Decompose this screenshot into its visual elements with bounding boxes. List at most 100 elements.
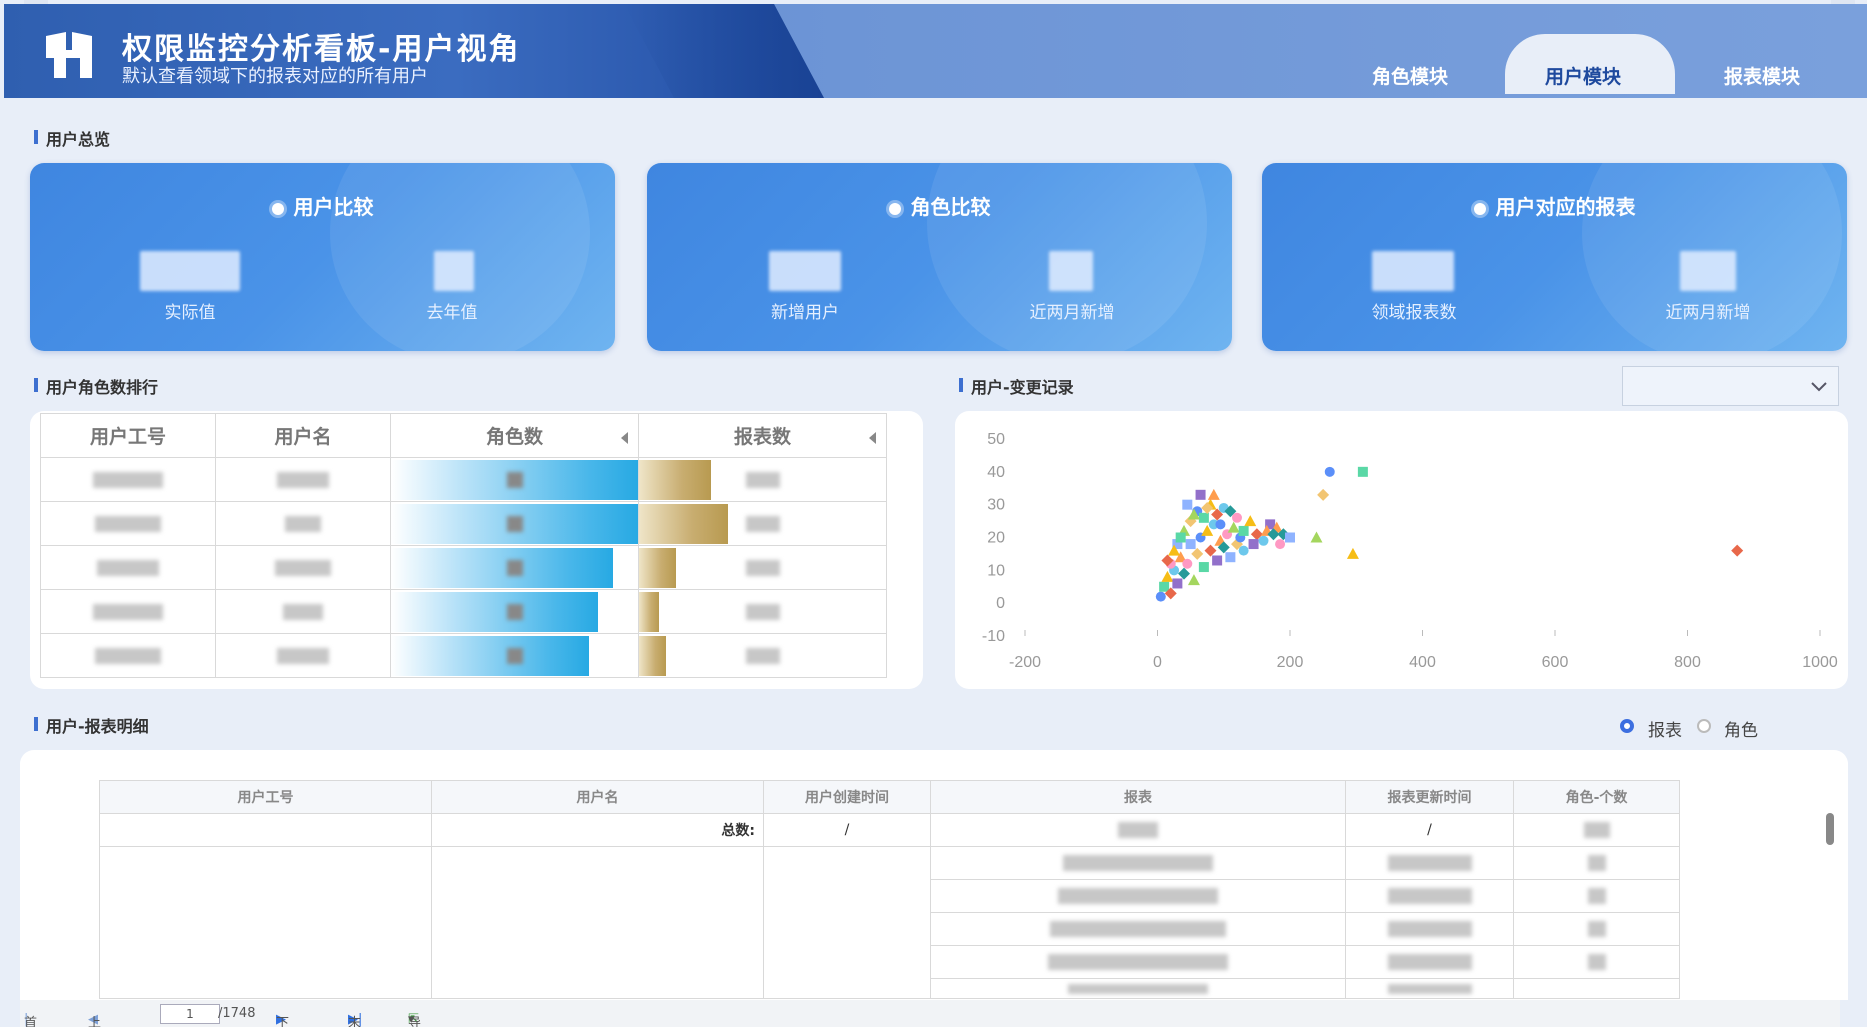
radio-report[interactable] <box>1620 719 1634 733</box>
report-count-bar <box>639 460 711 500</box>
column-header[interactable]: 用户工号 <box>99 780 432 814</box>
kpi-label: 近两月新增 <box>1665 303 1751 323</box>
column-header[interactable]: 用户名 <box>431 780 764 814</box>
table-cell <box>99 846 432 999</box>
table-row[interactable] <box>40 633 887 678</box>
table-cell <box>1513 978 1680 999</box>
report-count-cell <box>638 633 887 678</box>
section-title-detail: 用户-报表明细 <box>30 713 149 737</box>
table-row[interactable] <box>40 501 887 546</box>
page-number-input[interactable]: 1 <box>160 1004 220 1024</box>
column-header[interactable]: 用户创建时间 <box>763 780 931 814</box>
column-header[interactable]: 角色-个数 <box>1513 780 1680 814</box>
role-count-cell <box>390 589 639 634</box>
scatter-point <box>1244 515 1257 527</box>
y-tick-label: 30 <box>987 497 1005 514</box>
scatter-point <box>1324 466 1335 477</box>
table-cell-blurred <box>930 945 1346 979</box>
y-tick-label: 10 <box>987 562 1005 579</box>
blurred-value <box>277 472 329 488</box>
tab-report-module[interactable]: 报表模块 <box>1724 62 1800 89</box>
detail-scrollbar[interactable] <box>1826 813 1834 845</box>
scatter-point <box>1227 521 1240 533</box>
blurred-value <box>95 648 161 664</box>
table-row[interactable] <box>40 457 887 502</box>
user-name-cell <box>215 501 391 546</box>
blurred-value <box>1387 921 1472 937</box>
scatter-point <box>1175 532 1186 543</box>
scatter-point <box>1258 535 1269 546</box>
kpi-value-blurred <box>434 251 474 291</box>
blurred-value <box>1058 888 1218 904</box>
blurred-value <box>1587 921 1606 937</box>
y-tick-label: 40 <box>987 464 1005 481</box>
table-row[interactable] <box>40 545 887 590</box>
blurred-value <box>1063 855 1213 871</box>
column-header[interactable]: 用户工号 <box>40 413 216 458</box>
user-id-cell <box>40 633 216 678</box>
report-count-cell <box>638 545 887 590</box>
blurred-value <box>506 648 523 664</box>
report-count-bar <box>639 636 667 676</box>
scatter-point <box>1357 466 1368 477</box>
role-count-cell <box>390 457 639 502</box>
blurred-value <box>745 560 780 576</box>
blurred-value <box>95 516 161 532</box>
blurred-value <box>506 472 523 488</box>
table-cell <box>99 813 432 847</box>
blurred-value <box>1387 954 1472 970</box>
x-tick-label: 200 <box>1277 654 1304 671</box>
scatter-point <box>1212 555 1223 566</box>
table-cell-blurred <box>930 879 1346 913</box>
kpi-title-text: 用户比较 <box>293 195 374 219</box>
scatter-point <box>1204 544 1217 557</box>
page-subtitle: 默认查看领域下的报表对应的所有用户 <box>122 66 428 87</box>
kpi-dot-icon <box>271 202 284 215</box>
column-header[interactable]: 报表更新时间 <box>1345 780 1514 814</box>
sort-icon[interactable] <box>621 432 628 444</box>
scatter-point <box>1317 488 1330 501</box>
table-cell-blurred <box>1345 912 1514 946</box>
kpi-value-blurred <box>769 251 841 291</box>
kpi-title-text: 角色比较 <box>910 195 991 219</box>
table-cell-blurred <box>1345 945 1514 979</box>
change-filter-dropdown[interactable] <box>1622 366 1839 406</box>
kpi-label: 近两月新增 <box>1029 303 1115 323</box>
scatter-point <box>1187 574 1200 586</box>
role-count-bar <box>391 636 589 676</box>
scatter-point <box>1238 525 1249 536</box>
table-cell-blurred <box>1513 912 1680 946</box>
scatter-point <box>1310 531 1323 543</box>
y-tick-label: -10 <box>982 628 1005 645</box>
scatter-point <box>1185 539 1196 550</box>
first-page-label: 首页 <box>24 1016 38 1027</box>
table-row[interactable] <box>40 589 887 634</box>
tab-role-module[interactable]: 角色模块 <box>1372 62 1448 89</box>
tab-user-module[interactable]: 用户模块 <box>1545 62 1621 89</box>
radio-role[interactable] <box>1697 719 1711 733</box>
radio-role-label[interactable]: 角色 <box>1724 716 1758 741</box>
column-header[interactable]: 报表 <box>930 780 1346 814</box>
blurred-value <box>745 604 780 620</box>
column-header-role-count[interactable]: 角色数 <box>390 413 639 458</box>
kpi-title: 角色比较 <box>647 191 1232 220</box>
radio-report-label[interactable]: 报表 <box>1648 716 1682 741</box>
kpi-dot-icon <box>888 202 901 215</box>
user-name-cell <box>215 633 391 678</box>
blurred-value <box>745 648 780 664</box>
column-header-report-count[interactable]: 报表数 <box>638 413 887 458</box>
scatter-chart: 50 40 30 20 10 0 -10-200 0 200 400 600 800 1000 <box>982 431 1838 671</box>
prev-page-label: 上一页 <box>88 1016 102 1027</box>
blurred-value <box>1050 921 1226 937</box>
column-header[interactable]: 用户名 <box>215 413 391 458</box>
blurred-value <box>1048 954 1228 970</box>
user-name-cell <box>215 545 391 590</box>
table-row <box>99 846 1680 999</box>
table-cell <box>431 846 764 999</box>
scatter-point <box>1198 512 1209 523</box>
chevron-down-icon <box>1811 382 1827 392</box>
blurred-value <box>1587 855 1606 871</box>
sort-icon[interactable] <box>869 432 876 444</box>
x-tick-label: 600 <box>1542 654 1569 671</box>
role-count-bar <box>391 592 599 632</box>
